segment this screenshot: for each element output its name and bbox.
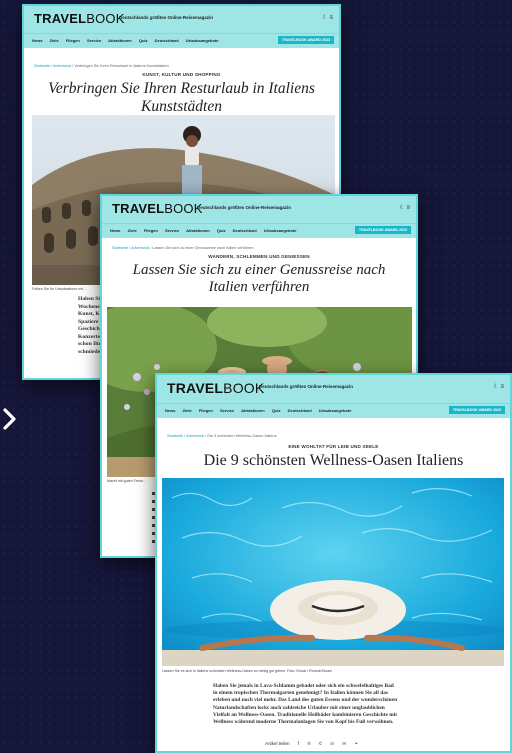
main-nav: News Ziele Fliegen Service Attraktionen … <box>24 33 339 48</box>
nav-item-fliegen[interactable]: Fliegen <box>199 408 213 413</box>
nav-item-urlaubsangebote[interactable]: Urlaubsangebote <box>186 38 219 43</box>
breadcrumb-home[interactable]: Startseite <box>112 246 128 250</box>
nav-item-news[interactable]: News <box>165 408 175 413</box>
logo[interactable]: TRAVELBOOK <box>167 380 264 396</box>
nav-item-deutschland[interactable]: Deutschland <box>155 38 179 43</box>
nav-item-news[interactable]: News <box>110 228 120 233</box>
breadcrumb: Startseite / Advertorial / Die 9 schönst… <box>167 434 277 438</box>
nav-item-attraktionen[interactable]: Attraktionen <box>186 228 210 233</box>
header-menu-icons[interactable]: ☾ ≡ <box>493 383 504 390</box>
breadcrumb-section[interactable]: Advertorial <box>186 434 204 438</box>
site-header: TRAVELBOOK Deutschlands größtes Online-R… <box>157 375 510 403</box>
breadcrumb-home[interactable]: Startseite <box>34 64 50 68</box>
image-caption: Macht mit guten Freun... <box>107 479 146 483</box>
main-nav: News Ziele Fliegen Service Attraktionen … <box>102 223 416 238</box>
link-icon[interactable]: ⚭ <box>354 741 358 746</box>
nav-item-deutschland[interactable]: Deutschland <box>233 228 257 233</box>
nav-item-quiz[interactable]: Quiz <box>272 408 281 413</box>
share-bar: Artikel teilen f ℗ © in ✉ ⚭ <box>265 741 365 747</box>
pinterest-icon[interactable]: ℗ <box>307 741 310 746</box>
header-menu-icons[interactable]: ☾ ≡ <box>322 14 333 21</box>
image-caption: Folken Sie Ihr Urlaubsalbum mit ... <box>32 287 88 291</box>
site-header: TRAVELBOOK Deutschlands größtes Online-R… <box>102 196 416 223</box>
breadcrumb: Startseite / Advertorial / Lassen Sie si… <box>112 246 254 250</box>
award-button[interactable]: TRAVELBOOK AWARD 2023 <box>354 226 411 234</box>
nav-item-service[interactable]: Service <box>220 408 234 413</box>
breadcrumb-section[interactable]: Advertorial <box>53 64 71 68</box>
nav-item-urlaubsangebote[interactable]: Urlaubsangebote <box>319 408 352 413</box>
image-caption: Lassen Sie es sich in Italiens schönsten… <box>162 669 332 673</box>
article-body: Haben Sie jemals in Lava-Schlamm gebadet… <box>213 683 398 726</box>
article-title: Die 9 schönsten Wellness-Oasen Italiens <box>203 452 464 469</box>
nav-item-fliegen[interactable]: Fliegen <box>144 228 158 233</box>
article-kicker: EINE WOHLTAT FÜR LEIB UND SEELE <box>288 444 379 449</box>
share-label: Artikel teilen <box>265 741 290 746</box>
linkedin-icon[interactable]: in <box>331 741 335 746</box>
breadcrumb-current: Lassen Sie sich zu einer Genussreise nac… <box>152 246 254 250</box>
breadcrumb-home[interactable]: Startseite <box>167 434 183 438</box>
site-tagline: Deutschlands größtes Online-Reisemagazin <box>197 205 292 210</box>
breadcrumb-current: Die 9 schönsten Wellness-Oasen Italiens <box>207 434 277 438</box>
nav-item-attraktionen[interactable]: Attraktionen <box>108 38 132 43</box>
nav-item-attraktionen[interactable]: Attraktionen <box>241 408 265 413</box>
article-kicker: KUNST, KULTUR UND SHOPPING <box>142 72 221 77</box>
logo[interactable]: TRAVELBOOK <box>34 11 125 26</box>
nav-item-urlaubsangebote[interactable]: Urlaubsangebote <box>264 228 297 233</box>
article-title: Lassen Sie sich zu einer Genussreise nac… <box>132 262 386 296</box>
nav-item-service[interactable]: Service <box>165 228 179 233</box>
logo[interactable]: TRAVELBOOK <box>112 201 203 216</box>
main-nav: News Ziele Fliegen Service Attraktionen … <box>157 403 510 418</box>
site-tagline: Deutschlands größtes Online-Reisemagazin <box>259 384 354 389</box>
breadcrumb-section[interactable]: Advertorial <box>131 246 149 250</box>
nav-item-fliegen[interactable]: Fliegen <box>66 38 80 43</box>
nav-item-quiz[interactable]: Quiz <box>139 38 148 43</box>
breadcrumb: Startseite / Advertorial / Verbringen Si… <box>34 64 169 68</box>
nav-item-ziele[interactable]: Ziele <box>128 228 137 233</box>
nav-item-news[interactable]: News <box>32 38 42 43</box>
award-button[interactable]: TRAVELBOOK AWARD 2023 <box>448 406 505 414</box>
facebook-icon[interactable]: f <box>298 741 299 746</box>
nav-item-ziele[interactable]: Ziele <box>183 408 192 413</box>
whatsapp-icon[interactable]: © <box>319 741 322 746</box>
arrow-right-icon <box>3 408 16 430</box>
header-menu-icons[interactable]: ☾ ≡ <box>399 204 410 211</box>
award-button[interactable]: TRAVELBOOK AWARD 2023 <box>277 36 334 44</box>
nav-item-service[interactable]: Service <box>87 38 101 43</box>
nav-item-ziele[interactable]: Ziele <box>50 38 59 43</box>
article-page-3: TRAVELBOOK Deutschlands größtes Online-R… <box>155 373 512 753</box>
article-image <box>162 478 504 666</box>
nav-item-deutschland[interactable]: Deutschland <box>288 408 312 413</box>
article-kicker: WANDERN, SCHLEMMEN UND GENIESSEN <box>208 254 310 259</box>
site-tagline: Deutschlands größtes Online-Reisemagazin <box>119 15 214 20</box>
nav-item-quiz[interactable]: Quiz <box>217 228 226 233</box>
breadcrumb-current: Verbringen Sie Ihren Resturlaub in Itali… <box>74 64 169 68</box>
site-header: TRAVELBOOK Deutschlands größtes Online-R… <box>24 6 339 33</box>
article-title: Verbringen Sie Ihren Resturlaub in Itali… <box>48 80 315 115</box>
mail-icon[interactable]: ✉ <box>342 741 346 746</box>
